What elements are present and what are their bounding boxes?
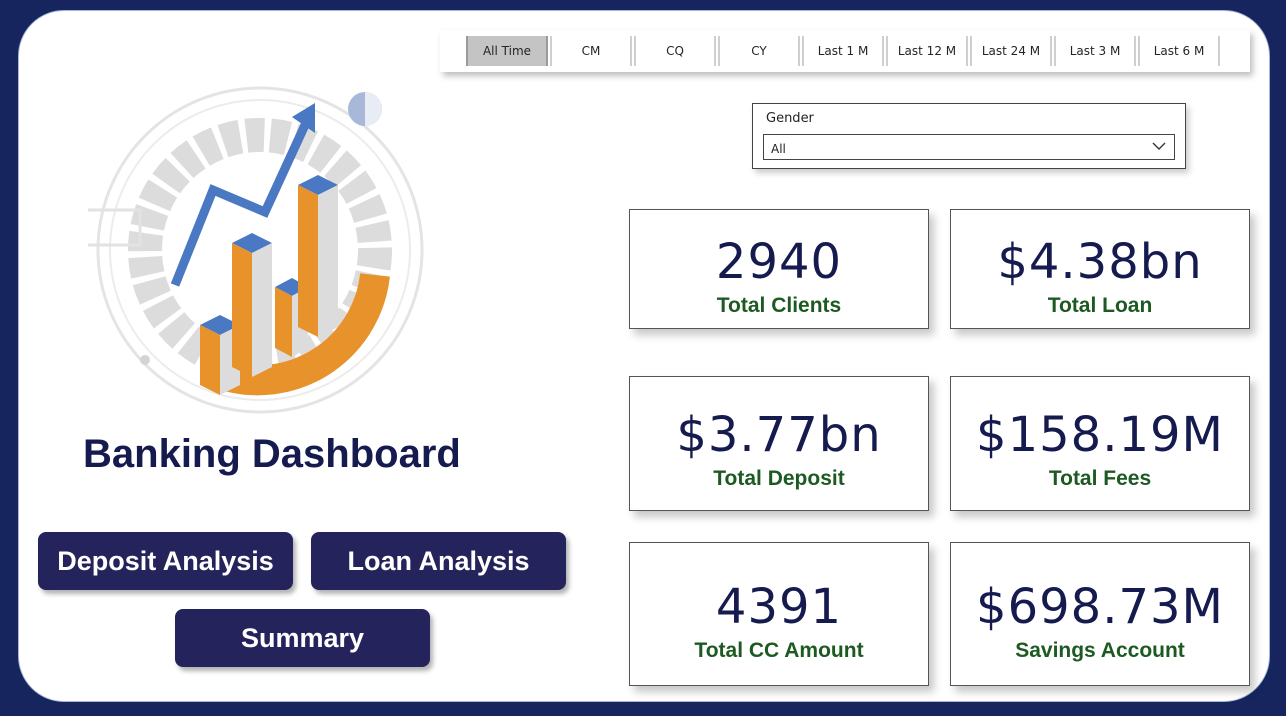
period-all-time[interactable]: All Time: [466, 36, 548, 66]
period-cy[interactable]: CY: [718, 36, 800, 66]
kpi-label: Total Clients: [716, 294, 842, 317]
gender-slicer: Gender All: [752, 103, 1186, 169]
period-last-6m[interactable]: Last 6 M: [1138, 36, 1220, 66]
kpi-value: 4391: [715, 579, 843, 635]
gender-dropdown[interactable]: All: [763, 134, 1175, 160]
gender-slicer-title: Gender: [766, 111, 814, 126]
kpi-label: Total Deposit: [713, 467, 845, 490]
kpi-value: $3.77bn: [676, 407, 882, 463]
kpi-label: Savings Account: [1015, 639, 1185, 662]
kpi-card-total-clients: 2940 Total Clients: [629, 209, 929, 329]
summary-button[interactable]: Summary: [175, 609, 430, 667]
kpi-card-total-cc-amount: 4391 Total CC Amount: [629, 542, 929, 686]
deposit-analysis-button[interactable]: Deposit Analysis: [38, 532, 293, 590]
kpi-card-savings-account: $698.73M Savings Account: [950, 542, 1250, 686]
kpi-label: Total CC Amount: [694, 639, 864, 662]
kpi-card-total-fees: $158.19M Total Fees: [950, 376, 1250, 511]
period-slicer: All Time CM CQ CY Last 1 M Last 12 M Las…: [440, 30, 1250, 72]
period-last-1m[interactable]: Last 1 M: [802, 36, 884, 66]
loan-analysis-button[interactable]: Loan Analysis: [311, 532, 566, 590]
period-cq[interactable]: CQ: [634, 36, 716, 66]
kpi-card-total-loan: $4.38bn Total Loan: [950, 209, 1250, 329]
kpi-label: Total Loan: [1047, 294, 1153, 317]
gender-dropdown-value: All: [771, 142, 786, 156]
period-cm[interactable]: CM: [550, 36, 632, 66]
period-last-24m[interactable]: Last 24 M: [970, 36, 1052, 66]
bar-2: [232, 233, 272, 377]
kpi-value: $158.19M: [976, 407, 1224, 463]
period-last-12m[interactable]: Last 12 M: [886, 36, 968, 66]
kpi-card-total-deposit: $3.77bn Total Deposit: [629, 376, 929, 511]
bar-4: [298, 175, 338, 337]
growth-chart-illustration: [88, 86, 424, 414]
kpi-value: 2940: [715, 234, 843, 290]
kpi-label: Total Fees: [1048, 467, 1152, 490]
period-last-3m[interactable]: Last 3 M: [1054, 36, 1136, 66]
page-title: Banking Dashboard: [83, 432, 461, 476]
chevron-down-icon[interactable]: [1152, 139, 1166, 153]
kpi-value: $698.73M: [976, 579, 1224, 635]
kpi-value: $4.38bn: [997, 234, 1203, 290]
